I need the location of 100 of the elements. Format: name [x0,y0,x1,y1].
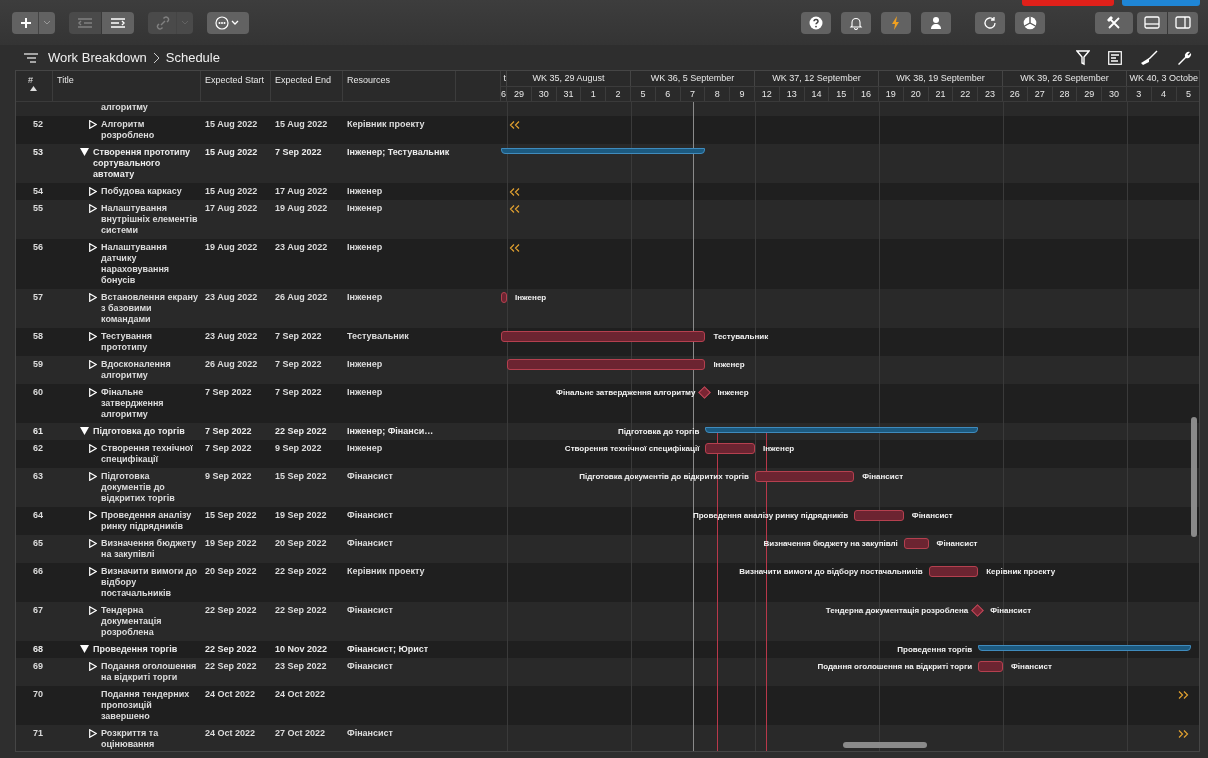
task-title: Визначення бюджету на закупівлі [101,538,198,560]
earlier-task-icon[interactable] [509,188,520,196]
resource-label: Фінансист [862,471,904,482]
filter-icon[interactable] [1076,49,1090,66]
column-header[interactable]: Resources [343,71,456,101]
later-task-icon[interactable] [1178,730,1189,738]
link-icon [156,15,170,30]
more-button[interactable] [207,11,249,34]
column-label: # [28,75,33,85]
task-triangle-icon[interactable] [89,388,97,397]
tools-button[interactable] [1095,11,1133,34]
table-cell-text: 20 Sep 2022 [204,565,258,578]
table-cell-text: 68 [32,643,44,656]
table-cell-text: 66 [32,565,44,578]
table-cell-text: Інженер [346,442,384,455]
table-row[interactable]: 53 Створення прототипу сортувального автомату 15 Aug 2022 7 Sep 2022 Інженер; Тестувальник [16,144,1199,183]
broom-icon[interactable] [1140,49,1158,66]
task-title: Вдосконалення алгоритму [101,359,172,381]
scrollbar-thumb[interactable] [843,742,927,748]
task-title: Розкриття та оцінювання [101,728,160,750]
wrench-icon[interactable] [1176,49,1192,66]
table-row[interactable]: 59 Вдосконалення алгоритму 26 Aug 2022 7 Sep 2022 Інженер Інженер [16,356,1199,384]
column-header[interactable]: Expected Start [201,71,271,101]
help-button[interactable] [801,11,831,34]
table-cell-text: 69 [32,660,44,673]
task-bar[interactable] [903,538,929,549]
table-cell-text: 22 Sep 2022 [204,604,258,617]
notifications-button[interactable] [841,11,871,34]
task-triangle-icon[interactable] [89,539,97,548]
task-title: Створення прототипу сортувального автомату [93,147,192,180]
side-panel-button[interactable] [1168,11,1198,34]
task-bar[interactable] [501,292,507,303]
add-button[interactable] [12,11,55,34]
breadcrumb-item[interactable]: Work Breakdown [48,50,147,65]
resource-label: Керівник проекту [986,566,1056,577]
column-header[interactable]: Expected End [271,71,343,101]
column-header[interactable]: # [16,71,53,101]
task-triangle-icon[interactable] [89,120,97,129]
task-triangle-icon[interactable] [89,293,97,302]
table-cell-text: 23 Aug 2022 [204,291,259,304]
task-triangle-icon[interactable] [89,243,97,252]
table-cell-text: 23 Aug 2022 [274,241,329,254]
task-triangle-icon[interactable] [89,567,97,576]
table-cell-text: 22 Sep 2022 [204,660,258,673]
week-label: WK 40, 3 Octobe [1127,71,1199,86]
task-triangle-icon[interactable] [89,729,97,738]
column-header[interactable]: Title [53,71,201,101]
table-cell-text: 24 Oct 2022 [204,727,257,740]
table-cell-text: 60 [32,386,44,399]
expand-triangle-icon[interactable] [80,427,89,435]
bar-label: Створення технічної специфікації [564,443,700,454]
outline-view-icon[interactable] [1108,50,1122,65]
table-cell-text: Інженер [346,291,384,304]
table-cell-text: 70 [32,688,44,701]
table-row[interactable]: 55 Налаштування внутрішніх елементів системи 17 Aug 2022 19 Aug 2022 Інженер [16,200,1199,239]
task-title: Фінальне затвердження алгоритму [101,387,165,420]
table-row[interactable]: 71 Розкриття та оцінювання 24 Oct 2022 27 Oct 2022 Фінансист [16,725,1199,751]
table-cell-text: 24 Oct 2022 [274,688,327,701]
table-cell-text: 59 [32,358,44,371]
pie-chart-button[interactable] [1015,11,1045,34]
task-triangle-icon[interactable] [89,662,97,671]
expand-triangle-icon[interactable] [80,148,89,156]
task-title: Подання тендерних пропозицій завершено [101,689,191,722]
earlier-task-icon[interactable] [509,121,520,129]
refresh-button[interactable] [975,11,1005,34]
table-cell-text: 15 Sep 2022 [274,470,328,483]
table-row[interactable]: 61 Підготовка до торгів 7 Sep 2022 22 Sep 2022 Інженер; Фінанси… Підготовка до торгів [16,423,1199,440]
task-triangle-icon[interactable] [89,360,97,369]
expand-triangle-icon[interactable] [80,645,89,653]
table-row[interactable]: 57 Встановлення екрану з базовими командами 23 Aug 2022 26 Aug 2022 Інженер Інженер [16,289,1199,328]
breadcrumb-item[interactable]: Schedule [165,50,220,65]
table-cell-text: Фінансист [346,509,394,522]
indent-button[interactable] [102,11,134,34]
task-triangle-icon[interactable] [89,511,97,520]
task-bar[interactable] [928,566,979,577]
table-cell-text: 62 [32,442,44,455]
table-cell-text: Фінансист [346,470,394,483]
scrollbar-thumb[interactable] [1191,417,1197,537]
column-label: Resources [347,75,391,85]
refresh-icon [983,15,997,30]
table-row[interactable]: 69 Подання оголошення на відкриті торги 22 Sep 2022 23 Sep 2022 Фінансист Подання оголошення на відкриті торги Фінансист [16,658,1199,686]
outdent-icon [77,16,93,29]
table-row[interactable]: алгоритму [16,102,1199,116]
lightning-button[interactable] [881,11,911,34]
task-triangle-icon[interactable] [89,472,97,481]
earlier-task-icon[interactable] [509,205,520,213]
later-task-icon[interactable] [1178,691,1189,699]
task-triangle-icon[interactable] [89,606,97,615]
user-button[interactable] [921,11,951,34]
earlier-task-icon[interactable] [509,244,520,252]
table-row[interactable]: 67 Тендерна документація розроблена 22 Sep 2022 22 Sep 2022 Фінансист Тендерна документація розроблена Фінансист [16,602,1199,641]
table-cell-text: Інженер [346,241,384,254]
table-cell-text: Керівник проекту [346,118,426,131]
task-triangle-icon[interactable] [89,444,97,453]
task-title: Подання оголошення на відкриті торги [101,661,198,683]
table-cell-text: 15 Aug 2022 [204,185,259,198]
week-label: WK 38, 19 September [879,71,1003,86]
bottom-panel-button[interactable] [1137,11,1167,34]
outline-icon [24,52,38,63]
task-triangle-icon[interactable] [89,332,97,341]
